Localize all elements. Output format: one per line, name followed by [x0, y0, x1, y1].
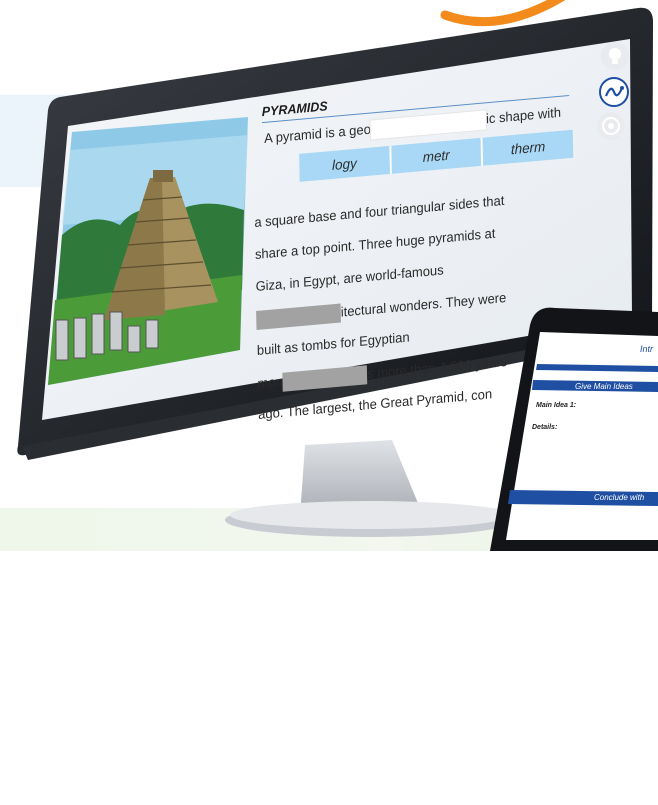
- tablet-main-ideas-bar: Give Main Ideas: [575, 382, 633, 391]
- lightbulb-icon[interactable]: [601, 42, 629, 70]
- choice-metr[interactable]: metr: [391, 138, 483, 174]
- answer-blank-3[interactable]: [283, 365, 368, 391]
- line1-start: A pyramid is a geo: [264, 122, 371, 146]
- pyramid-image: [48, 117, 248, 385]
- choice-logy[interactable]: logy: [299, 146, 391, 182]
- tablet-header: Intr: [640, 344, 653, 354]
- answer-blank-2[interactable]: [256, 304, 341, 330]
- lesson-line-2: a square base and four triangular sides …: [254, 193, 504, 230]
- target-icon[interactable]: [597, 112, 625, 140]
- answer-blank-1[interactable]: [371, 110, 487, 139]
- tablet-details-label: Details:: [532, 424, 557, 431]
- tablet-frame: [480, 300, 658, 551]
- lesson-line-8: ago. The largest, the Great Pyramid, con: [258, 386, 492, 422]
- lesson-line-4: Giza, in Egypt, are world-famous: [255, 262, 443, 294]
- line7-start: mon: [257, 374, 283, 391]
- lesson-line-5: itectural wonders. They were: [256, 289, 506, 330]
- lesson-line-3: share a top point. Three huge pyramids a…: [255, 226, 496, 262]
- line1-end: ic shape with: [486, 105, 561, 127]
- choice-therm[interactable]: therm: [483, 130, 573, 166]
- wave-chart-icon[interactable]: [599, 77, 629, 107]
- tablet-main-idea-label: Main Idea 1:: [536, 402, 576, 409]
- lesson-line-6: built as tombs for Egyptian: [257, 329, 410, 358]
- tablet-conclude-bar: Conclude with: [594, 493, 644, 502]
